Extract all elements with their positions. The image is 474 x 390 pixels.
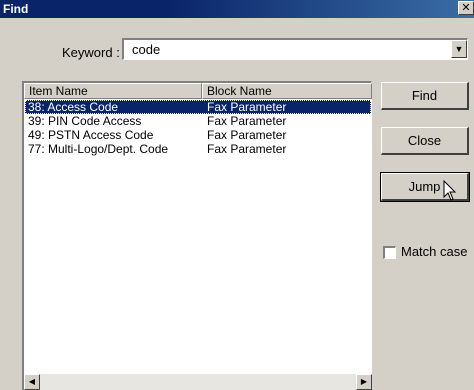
scroll-left-button[interactable]: ◀ — [24, 374, 40, 390]
row-item-name: 77: Multi-Logo/Dept. Code — [28, 142, 169, 156]
keyword-value: code — [132, 42, 161, 57]
scroll-left-icon: ◀ — [28, 377, 36, 386]
mouse-pointer-icon — [443, 180, 457, 201]
find-dialog: Find ✕ Keyword : code ▼ Item Name Block … — [0, 0, 474, 390]
title-bar[interactable]: Find ✕ — [0, 0, 474, 18]
row-item-name: 49: PSTN Access Code — [28, 128, 154, 142]
find-button[interactable]: Find — [381, 82, 469, 110]
keyword-label: Keyword : — [62, 45, 120, 60]
results-list[interactable]: Item Name Block Name 38: Access Code Fax… — [22, 81, 372, 390]
row-block-name: Fax Parameter — [207, 114, 287, 128]
horizontal-scrollbar[interactable]: ◀ ▶ — [24, 374, 372, 390]
match-case-checkbox[interactable] — [383, 246, 396, 259]
dropdown-arrow-icon: ▼ — [454, 44, 464, 54]
row-item-name: 38: Access Code — [28, 100, 119, 114]
keyword-combobox[interactable]: code ▼ — [122, 38, 468, 60]
keyword-dropdown-button[interactable]: ▼ — [451, 40, 467, 58]
close-icon: ✕ — [461, 2, 471, 14]
column-header-item-name[interactable]: Item Name — [24, 83, 202, 99]
column-header-block-name[interactable]: Block Name — [202, 83, 372, 99]
match-case-label[interactable]: Match case — [401, 244, 467, 259]
list-row[interactable]: 49: PSTN Access Code Fax Parameter — [25, 128, 371, 142]
row-block-name: Fax Parameter — [207, 100, 287, 114]
list-row[interactable]: 77: Multi-Logo/Dept. Code Fax Parameter — [25, 142, 371, 156]
row-item-name: 39: PIN Code Access — [28, 114, 142, 128]
list-header: Item Name Block Name — [24, 83, 372, 99]
row-block-name: Fax Parameter — [207, 142, 287, 156]
close-window-button[interactable]: ✕ — [458, 1, 474, 15]
scroll-right-icon: ▶ — [360, 377, 368, 386]
list-row[interactable]: 38: Access Code Fax Parameter — [25, 100, 371, 114]
row-block-name: Fax Parameter — [207, 128, 287, 142]
close-button[interactable]: Close — [381, 127, 469, 155]
window-title: Find — [3, 2, 29, 16]
scroll-right-button[interactable]: ▶ — [356, 374, 372, 390]
list-row[interactable]: 39: PIN Code Access Fax Parameter — [25, 114, 371, 128]
